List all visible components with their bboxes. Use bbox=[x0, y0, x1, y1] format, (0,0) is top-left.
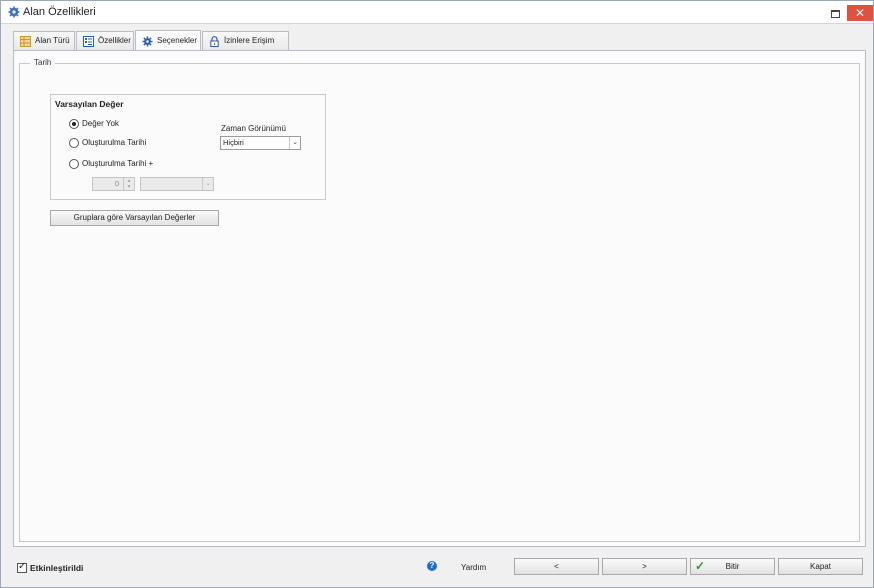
checkmark-icon: ✓ bbox=[695, 559, 706, 573]
group-label: Tarih bbox=[30, 58, 56, 67]
title-bar: Alan Özellikleri ✕ bbox=[1, 1, 873, 24]
gear-icon bbox=[8, 6, 20, 18]
previous-button[interactable]: < bbox=[514, 558, 599, 575]
date-group: Tarih Varsayılan Değer Değer Yok Oluştur… bbox=[19, 58, 860, 542]
radio-indicator bbox=[69, 159, 79, 169]
button-label: < bbox=[554, 562, 559, 571]
help-icon[interactable]: ? bbox=[427, 561, 437, 571]
button-label: Bitir bbox=[725, 562, 740, 571]
tab-label: Alan Türü bbox=[35, 36, 70, 45]
offset-value: 0 bbox=[114, 179, 119, 188]
tab-ozellikler[interactable]: Özellikler bbox=[76, 31, 134, 50]
next-button[interactable]: > bbox=[602, 558, 687, 575]
dialog-window: Alan Özellikleri ✕ Alan Türü Özellikler bbox=[0, 0, 874, 588]
table-icon bbox=[20, 36, 31, 47]
window-title: Alan Özellikleri bbox=[23, 6, 96, 18]
finish-button[interactable]: ✓ Bitir bbox=[690, 558, 775, 575]
close-button[interactable]: Kapat bbox=[778, 558, 863, 575]
radio-label: Oluşturulma Tarihi + bbox=[82, 159, 154, 168]
radio-created-date[interactable]: Oluşturulma Tarihi bbox=[69, 137, 189, 149]
enabled-checkbox[interactable] bbox=[17, 561, 27, 573]
group-defaults-button[interactable]: Gruplara göre Varsayılan Değerler bbox=[50, 210, 219, 226]
tab-label: Seçenekler bbox=[157, 36, 198, 45]
default-value-group: Varsayılan Değer Değer Yok Oluşturulma T… bbox=[50, 94, 326, 200]
tab-label: Özellikler bbox=[98, 36, 131, 45]
maximize-button[interactable] bbox=[827, 5, 843, 20]
time-view-value: Hiçbiri bbox=[223, 138, 244, 147]
chevron-down-icon: ⌄ bbox=[202, 178, 213, 190]
tab-alan-turu[interactable]: Alan Türü bbox=[13, 31, 75, 50]
radio-indicator bbox=[69, 138, 79, 148]
button-label: Kapat bbox=[810, 562, 831, 571]
radio-created-date-plus[interactable]: Oluşturulma Tarihi + bbox=[69, 158, 189, 170]
time-view-label: Zaman Görünümü bbox=[221, 124, 286, 133]
radio-no-value[interactable]: Değer Yok bbox=[69, 118, 189, 130]
time-view-select[interactable]: Hiçbiri ⌄ bbox=[220, 136, 301, 150]
radio-label: Oluşturulma Tarihi bbox=[82, 138, 147, 147]
radio-label: Değer Yok bbox=[82, 119, 119, 128]
default-value-title: Varsayılan Değer bbox=[55, 99, 124, 109]
offset-stepper[interactable]: 0 ▲ ▼ bbox=[92, 177, 135, 191]
enabled-label: Etkinleştirildi bbox=[30, 563, 84, 573]
button-label: Gruplara göre Varsayılan Değerler bbox=[73, 213, 196, 222]
tab-secenekler[interactable]: Seçenekler bbox=[135, 30, 201, 50]
offset-unit-select[interactable]: ⌄ bbox=[140, 177, 214, 191]
button-label: > bbox=[642, 562, 647, 571]
lock-icon bbox=[210, 36, 219, 47]
close-window-button[interactable]: ✕ bbox=[847, 5, 873, 21]
tab-content-panel: Tarih Varsayılan Değer Değer Yok Oluştur… bbox=[13, 50, 866, 547]
properties-list-icon bbox=[83, 36, 94, 47]
tab-label: İzinlere Erişim bbox=[224, 36, 275, 45]
radio-indicator bbox=[69, 119, 79, 129]
chevron-down-icon: ⌄ bbox=[289, 137, 300, 149]
tab-izinlere-erisim[interactable]: İzinlere Erişim bbox=[202, 31, 289, 50]
gear-icon bbox=[142, 36, 153, 47]
help-link[interactable]: Yardım bbox=[461, 563, 486, 572]
tab-strip: Alan Türü Özellikler Seçenekler İzinlere… bbox=[13, 30, 863, 50]
stepper-arrows[interactable]: ▲ ▼ bbox=[123, 178, 134, 190]
